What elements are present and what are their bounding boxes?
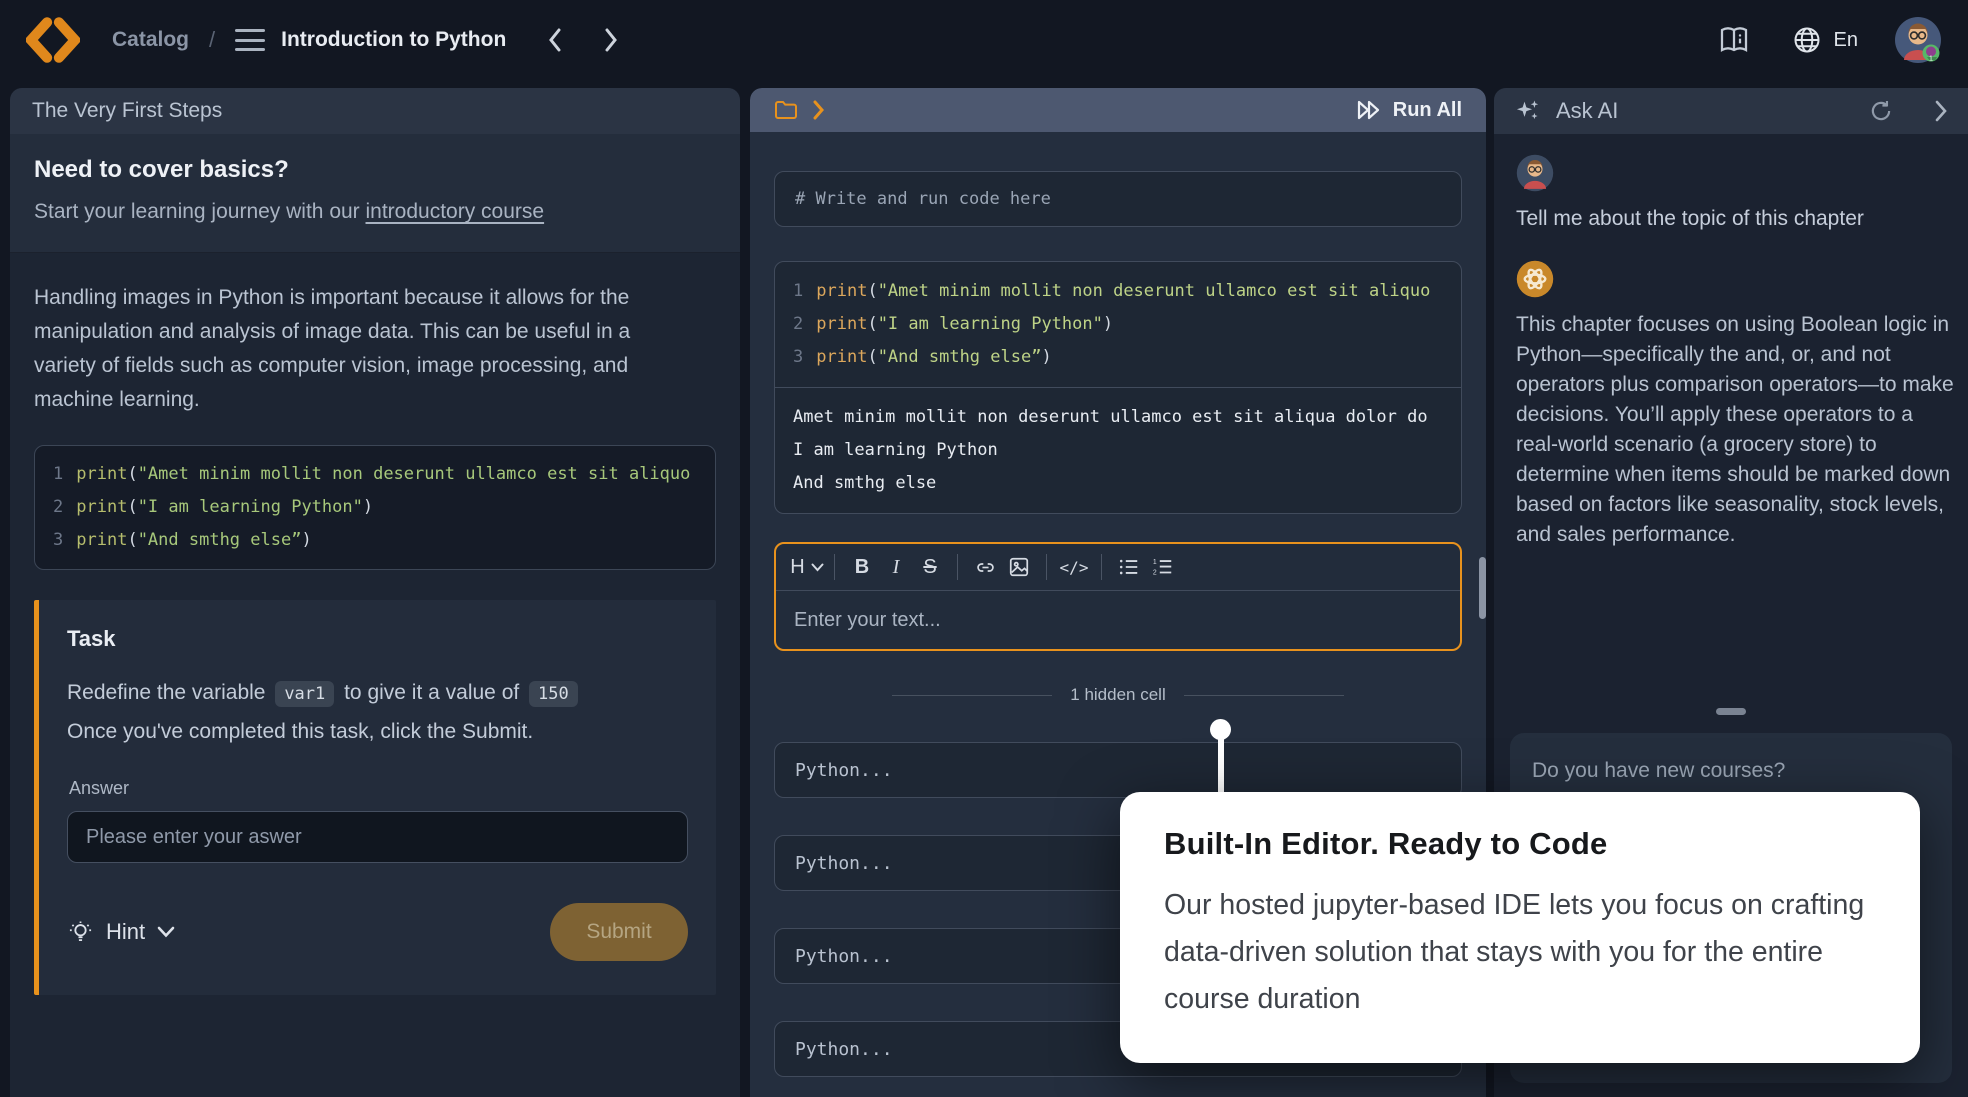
folder-icon[interactable]	[774, 99, 798, 121]
chapter-menu-icon[interactable]	[235, 29, 265, 51]
basics-callout: Need to cover basics? Start your learnin…	[10, 134, 740, 253]
collapsed-cell[interactable]: Python...	[774, 742, 1462, 798]
run-all-label: Run All	[1393, 99, 1462, 122]
notebook-scrollbar[interactable]	[1479, 557, 1486, 619]
language-selector[interactable]: En	[1792, 25, 1858, 55]
executed-cell[interactable]: 1print("Amet minim mollit non deserunt u…	[774, 261, 1462, 514]
cell-output: Amet minim mollit non deserunt ullamco e…	[775, 388, 1461, 513]
code-line: 1print("Amet minim mollit non deserunt u…	[793, 275, 1443, 308]
expand-files-chevron-icon[interactable]	[812, 100, 825, 120]
image-button[interactable]	[1002, 551, 1036, 583]
italic-button[interactable]: I	[879, 551, 913, 583]
tour-tooltip-title: Built-In Editor. Ready to Code	[1164, 826, 1876, 862]
scratch-comment: # Write and run code here	[795, 189, 1051, 209]
lesson-paragraph: Handling images in Python is important b…	[10, 253, 710, 417]
code-line: 2print("I am learning Python")	[793, 308, 1443, 341]
reset-chat-button[interactable]	[1868, 98, 1894, 124]
code-line: 3print("And smthg else”)	[53, 524, 697, 557]
lightbulb-icon	[67, 919, 94, 946]
globe-icon	[1792, 25, 1822, 55]
top-bar: Catalog / Introduction to Python En	[0, 0, 1968, 80]
task-card: Task Redefine the variable var1 to give …	[34, 600, 716, 995]
app-logo[interactable]	[26, 17, 80, 63]
basics-title: Need to cover basics?	[34, 156, 716, 184]
svg-text:1: 1	[1929, 56, 1933, 63]
code-chip-150: 150	[529, 681, 578, 707]
notebook-toolbar: Run All	[750, 88, 1486, 132]
next-chapter-button[interactable]	[604, 28, 618, 52]
hint-button[interactable]: Hint	[67, 919, 175, 946]
hidden-cells-divider[interactable]: 1 hidden cell	[750, 685, 1486, 705]
page-title: Introduction to Python	[281, 28, 506, 52]
editor-toolbar: H B I S	[776, 544, 1460, 591]
tour-tooltip-body: Our hosted jupyter-based IDE lets you fo…	[1164, 882, 1876, 1023]
collapse-panel-chevron-icon[interactable]	[1934, 100, 1948, 122]
basics-text: Start your learning journey with our	[34, 200, 366, 223]
prev-chapter-button[interactable]	[548, 28, 562, 52]
link-icon	[975, 557, 996, 578]
language-label: En	[1834, 29, 1858, 52]
svg-text:2: 2	[1153, 569, 1157, 576]
bullet-list-button[interactable]	[1112, 551, 1146, 583]
output-line: Amet minim mollit non deserunt ullamco e…	[793, 401, 1443, 434]
code-line: 2print("I am learning Python")	[53, 491, 697, 524]
editor-text-area[interactable]: Enter your text...	[776, 591, 1460, 649]
heading-button[interactable]: H	[790, 551, 824, 583]
numbered-list-icon: 1 2	[1152, 557, 1174, 577]
markdown-editor: H B I S	[774, 542, 1462, 651]
lesson-panel: The Very First Steps Need to cover basic…	[10, 88, 740, 1097]
lesson-title: The Very First Steps	[10, 88, 740, 134]
numbered-list-button[interactable]: 1 2	[1146, 551, 1180, 583]
hint-label: Hint	[106, 919, 145, 945]
link-button[interactable]	[968, 551, 1002, 583]
image-icon	[1008, 556, 1030, 578]
sparkles-icon	[1514, 97, 1542, 125]
lesson-code-block: 1print("Amet minim mollit non deserunt u…	[34, 445, 716, 570]
ai-message: This chapter focuses on using Boolean lo…	[1516, 310, 1954, 550]
ask-ai-title: Ask AI	[1556, 98, 1618, 124]
breadcrumb-separator: /	[209, 27, 215, 53]
output-line: And smthg else	[793, 467, 1443, 500]
bold-button[interactable]: B	[845, 551, 879, 583]
answer-input[interactable]	[67, 811, 688, 863]
run-all-icon	[1355, 98, 1383, 122]
tour-tooltip: Built-In Editor. Ready to Code Our hoste…	[1120, 792, 1920, 1063]
user-message-avatar	[1516, 154, 1554, 192]
ai-message-avatar	[1516, 260, 1554, 298]
task-title: Task	[67, 626, 688, 652]
chevron-down-icon	[157, 926, 175, 938]
introductory-course-link[interactable]: introductory course	[366, 200, 545, 223]
code-block-button[interactable]: </>	[1057, 551, 1091, 583]
svg-text:1: 1	[1153, 559, 1157, 566]
user-avatar[interactable]: 1	[1894, 16, 1942, 64]
answer-label: Answer	[67, 778, 688, 799]
hidden-cells-label: 1 hidden cell	[1070, 685, 1165, 705]
run-all-button[interactable]: Run All	[1355, 98, 1462, 122]
cell-code: 1print("Amet minim mollit non deserunt u…	[775, 262, 1461, 388]
code-chip-var1: var1	[275, 681, 334, 707]
chat-thread: Tell me about the topic of this chapter …	[1494, 134, 1968, 550]
scratch-cell[interactable]: # Write and run code here	[774, 171, 1462, 227]
breadcrumb-catalog[interactable]: Catalog	[112, 28, 189, 52]
glossary-book-icon[interactable]	[1718, 25, 1750, 55]
task-description: Redefine the variable var1 to give it a …	[67, 674, 688, 750]
ask-ai-header: Ask AI	[1494, 88, 1968, 134]
code-line: 1print("Amet minim mollit non deserunt u…	[53, 458, 697, 491]
chevron-down-icon	[811, 563, 824, 572]
user-message: Tell me about the topic of this chapter	[1516, 204, 1946, 234]
submit-button[interactable]: Submit	[550, 903, 688, 961]
output-line: I am learning Python	[793, 434, 1443, 467]
input-resize-handle[interactable]	[1716, 708, 1746, 715]
code-line: 3print("And smthg else”)	[793, 341, 1443, 374]
strikethrough-button[interactable]: S	[913, 551, 947, 583]
bullet-list-icon	[1118, 557, 1140, 577]
